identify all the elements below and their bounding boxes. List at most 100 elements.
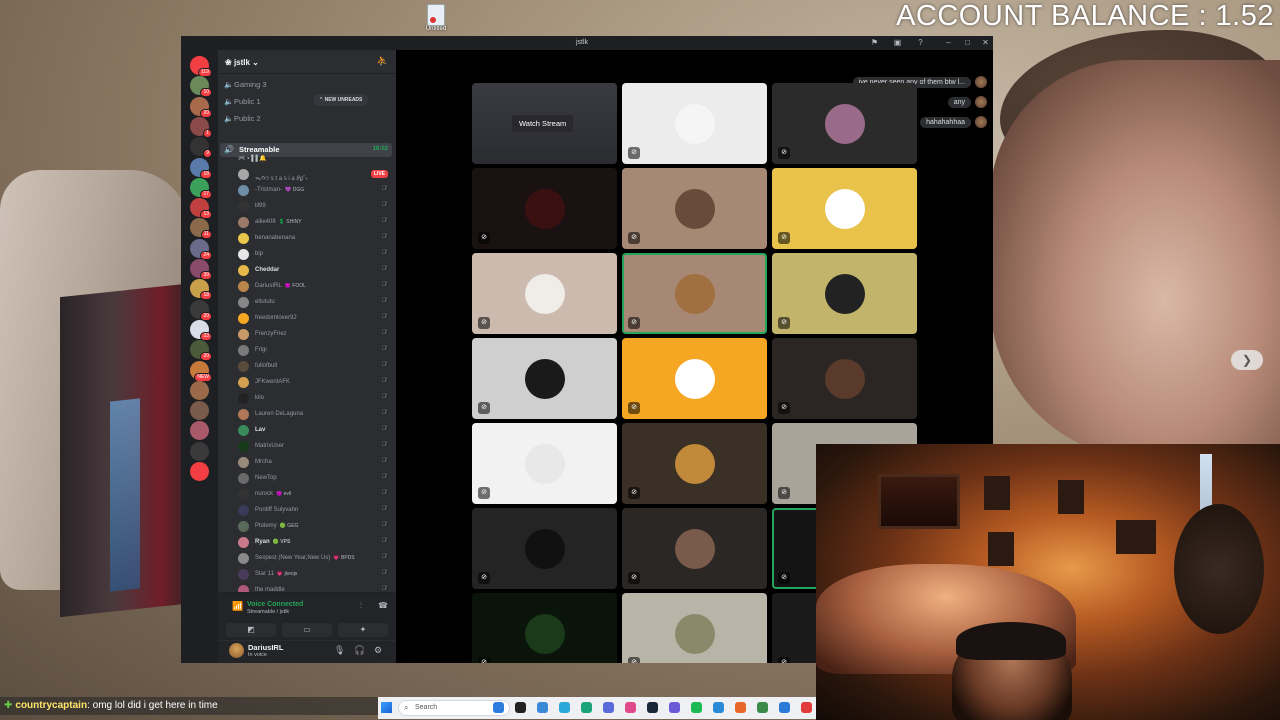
voice-user-row[interactable]: freedomlover92 🎙̸ <box>238 312 394 325</box>
voice-user-row[interactable]: NewTop 🎙̸ <box>238 472 394 485</box>
stream-tile[interactable]: Watch Stream <box>472 83 617 164</box>
windows-start-icon[interactable] <box>381 702 392 713</box>
server-icon[interactable]: 13 <box>190 198 212 220</box>
taskbar-app-icon[interactable] <box>713 702 724 713</box>
voice-user-row[interactable]: Lauren DeLaguna 🎙̸ <box>238 408 394 421</box>
close-icon[interactable]: ✕ <box>980 38 991 48</box>
maximize-icon[interactable]: □ <box>962 38 973 48</box>
server-icon[interactable]: 20 <box>190 340 212 362</box>
voice-user-row[interactable]: Cheddar 🎙̸ <box>238 264 394 277</box>
server-icon[interactable] <box>190 441 209 461</box>
settings-gear-icon[interactable]: ⚙ <box>374 645 382 656</box>
server-icon[interactable]: 20 <box>190 96 212 118</box>
server-icon[interactable]: 18 <box>190 157 212 179</box>
server-icon[interactable] <box>190 401 209 421</box>
noise-icon[interactable]: ⫶ <box>360 601 362 611</box>
voice-user-row[interactable]: Pontiff Sulyvahn 🎙̸ <box>238 504 394 517</box>
help-icon[interactable]: ? <box>915 38 926 48</box>
server-icon[interactable]: 17 <box>190 177 212 199</box>
taskbar-app-icon[interactable] <box>691 702 702 713</box>
voice-user-row[interactable]: Sexpest (New Year,New Us) 💗 BPDS 🎙̸ <box>238 552 394 565</box>
channel-gaming-3[interactable]: 🔈Gaming 3 <box>224 80 267 89</box>
minimize-icon[interactable]: – <box>943 38 954 48</box>
taskbar-app-icon[interactable] <box>515 702 526 713</box>
server-icon[interactable]: 9 <box>190 137 212 159</box>
voice-user-row[interactable]: allie408 💲 SHINY 🎙̸ <box>238 216 394 229</box>
voice-user-row[interactable]: FrenzyFriez 🎙̸ <box>238 328 394 341</box>
server-icon[interactable]: 119 <box>190 56 212 77</box>
camera-button[interactable]: ◩ <box>226 623 276 637</box>
participant-tile[interactable]: ⊘ <box>622 423 767 504</box>
taskbar-app-icon[interactable] <box>559 702 570 713</box>
taskbar-app-icon[interactable] <box>801 702 812 713</box>
server-icon[interactable]: 39 <box>190 259 212 280</box>
participant-tile[interactable]: ⊘ <box>622 168 767 249</box>
participant-tile[interactable]: ⊘ <box>622 593 767 663</box>
taskbar-app-icon[interactable] <box>493 702 504 713</box>
voice-user-row[interactable]: DariusIRL 😈 FOOL 🎙̸ <box>238 280 394 293</box>
server-icon[interactable] <box>190 421 209 441</box>
server-icon[interactable]: 20 <box>190 299 212 321</box>
taskbar-app-icon[interactable] <box>669 702 680 713</box>
taskbar-app-icon[interactable] <box>779 702 790 713</box>
participant-tile[interactable]: ⊘ <box>472 423 617 504</box>
server-icon[interactable]: 18 <box>190 279 212 301</box>
screen-icon[interactable]: ▣ <box>892 38 903 48</box>
voice-user-row[interactable]: JFKwentAFK 🎙̸ <box>238 376 394 389</box>
server-icon[interactable]: 23 <box>190 319 212 341</box>
server-icon[interactable] <box>190 380 209 400</box>
server-icon[interactable]: 10 <box>190 76 212 98</box>
channel-public-2[interactable]: 🔈Public 2 <box>224 114 261 123</box>
server-header[interactable]: ❀ jstlk ⌄ ⛹ <box>218 50 396 74</box>
voice-user-row[interactable]: MatrixUser 🎙̸ <box>238 440 394 453</box>
participant-tile[interactable]: ⊘ <box>622 508 767 589</box>
voice-user-row[interactable]: Mrcha 🎙̸ <box>238 456 394 469</box>
participant-tile[interactable]: ⊘ <box>772 253 917 334</box>
participant-tile[interactable]: ⊘ <box>472 168 617 249</box>
voice-user-row[interactable]: Lav 🎙̸ <box>238 424 394 437</box>
desktop-file-icon[interactable]: Untitled <box>424 4 448 38</box>
voice-user-row[interactable]: -Tristman- 💜 DGG 🎙̸ <box>238 184 394 197</box>
server-icon[interactable] <box>190 462 209 481</box>
avatar[interactable] <box>229 643 244 658</box>
participant-tile[interactable]: ⊘ <box>772 338 917 419</box>
participant-tile[interactable]: ⊘ <box>472 338 617 419</box>
screenshare-button[interactable]: ▭ <box>282 623 332 637</box>
taskbar-app-icon[interactable] <box>581 702 592 713</box>
taskbar-app-icon[interactable] <box>647 702 658 713</box>
taskbar-app-icon[interactable] <box>537 702 548 713</box>
participant-tile[interactable]: ⊘ <box>472 593 617 663</box>
activities-button[interactable]: ✦ <box>338 623 388 637</box>
voice-user-row[interactable]: fullofbull 🎙̸ <box>238 360 394 373</box>
participant-tile[interactable]: ⊘ <box>472 253 617 334</box>
voice-user-row[interactable]: Ryan 🟢 VPS 🎙̸ <box>238 536 394 549</box>
next-arrow-icon[interactable]: ❯ <box>1231 350 1263 370</box>
voice-user-row[interactable]: benanabenana 🎙̸ <box>238 232 394 245</box>
headphones-icon[interactable]: 🎧 <box>354 645 365 656</box>
voice-user-row[interactable]: nurock 😈 evil 🎙̸ <box>238 488 394 501</box>
voice-user-row[interactable]: eltututu 🎙̸ <box>238 296 394 309</box>
server-icon[interactable]: 24 <box>190 238 212 260</box>
watch-stream-button[interactable]: Watch Stream <box>512 115 574 132</box>
taskbar-app-icon[interactable] <box>757 702 768 713</box>
participant-tile[interactable]: ⊘ <box>622 338 767 419</box>
server-icon[interactable]: NEW <box>190 360 212 382</box>
voice-user-row[interactable]: kilo 🎙̸ <box>238 392 394 405</box>
voice-user-row[interactable]: Frigi 🎙̸ <box>238 344 394 357</box>
new-unreads-pill[interactable]: ⌃ NEW UNREADS <box>313 94 369 106</box>
voice-user-row[interactable]: Star 11 💗 jkeojs 🎙̸ <box>238 568 394 581</box>
server-icon[interactable]: 11 <box>190 218 212 240</box>
participant-tile[interactable]: ⊘ <box>772 83 917 164</box>
voice-user-row[interactable]: lil99 🎙̸ <box>238 200 394 213</box>
taskbar-app-icon[interactable] <box>625 702 636 713</box>
microphone-icon[interactable]: 🎙 <box>334 645 345 656</box>
channel-public-1[interactable]: 🔈Public 1 <box>224 97 261 106</box>
participant-tile[interactable]: ⊘ <box>772 168 917 249</box>
disconnect-icon[interactable]: ☎ <box>378 601 388 610</box>
participant-tile[interactable]: ⊘ <box>622 253 767 334</box>
participant-tile[interactable]: ⊘ <box>472 508 617 589</box>
server-icon[interactable]: 1 <box>190 116 212 138</box>
taskbar-app-icon[interactable] <box>603 702 614 713</box>
voice-user-row[interactable]: Ptolemy 🟢 GEG 🎙̸ <box>238 520 394 533</box>
voice-user-row[interactable]: ᯓᡣ𐭩 s t a s i a 𝜗𝜚˚⋆ LIVE <box>238 168 394 182</box>
